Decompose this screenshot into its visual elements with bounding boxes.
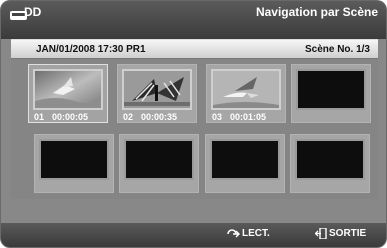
scene-tile-2[interactable]: 02 00:00:35 [117,64,197,123]
info-bar: JAN/01/2008 17:30 PR1 Scène No. 1/3 [11,39,378,59]
exit-hint[interactable]: SORTIE [315,228,366,239]
button-hint-bar: LECT. SORTIE [1,223,386,247]
empty-thumbnail [124,139,194,180]
recording-info: JAN/01/2008 17:30 PR1 [36,44,146,55]
enter-play-icon [227,228,240,237]
empty-thumbnail [295,139,365,180]
scene-time: 00:01:05 [230,112,267,122]
scene-thumbnail-seagull-in-flight [211,69,281,110]
scene-tile-6-empty[interactable] [119,134,199,193]
empty-thumbnail [210,139,280,180]
scene-counter: Scène No. 1/3 [304,44,370,55]
play-hint[interactable]: LECT. [227,228,270,239]
exit-door-icon [315,228,327,239]
scene-index: 03 [212,112,223,122]
scene-tile-8-empty[interactable] [290,134,370,193]
screen-title: Navigation par Scène [255,5,378,19]
scene-navigation-screen: DD Navigation par Scène JAN/01/2008 17:3… [0,0,387,248]
scene-tile-1[interactable]: 01 00:00:05 [28,64,108,123]
scene-tile-5-empty[interactable] [34,134,114,193]
scene-thumbnail-seagull-on-water [33,69,103,110]
scene-grid: 01 00:00:05 02 00:00:35 03 00:01:05 [11,59,378,199]
exit-label: SORTIE [329,228,367,239]
play-label: LECT. [242,228,270,239]
scene-tile-7-empty[interactable] [205,134,285,193]
scene-tile-3[interactable]: 03 00:01:05 [206,64,286,123]
title-bar: DD Navigation par Scène [1,1,386,39]
scene-time: 00:00:05 [52,112,89,122]
source-label: DD [24,5,42,19]
scene-index: 01 [34,112,45,122]
scene-index: 02 [123,112,134,122]
scene-thumbnail-butterfly [122,69,192,110]
scene-tile-4-empty[interactable] [291,64,371,123]
empty-thumbnail [39,139,109,180]
empty-thumbnail [296,69,366,110]
scene-time: 00:00:35 [141,112,178,122]
